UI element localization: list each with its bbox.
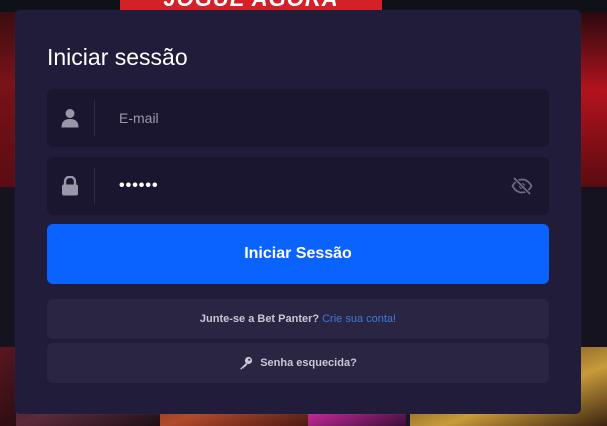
background-right-panel [581,12,607,187]
eye-slash-icon[interactable] [511,176,533,196]
login-title: Iniciar sessão [47,44,188,70]
email-field[interactable] [47,89,549,147]
background-left-panel [0,12,16,187]
game-tile [0,347,16,426]
lock-icon [62,176,78,196]
join-text: Junte-se a Bet Panter? [199,313,320,325]
join-box: Junte-se a Bet Panter? Crie sua conta! [47,299,549,339]
background-left-dark [0,187,16,347]
field-divider [94,168,95,204]
background-banner: JOGUE AGORA [120,0,382,10]
forgot-password-button[interactable]: Senha esquecida? [47,343,549,383]
forgot-password-label: Senha esquecida? [260,357,357,369]
field-divider [94,100,95,136]
login-button[interactable]: Iniciar Sessão [47,224,549,284]
key-icon [240,356,253,370]
background-right-dark [581,187,607,347]
password-field[interactable] [47,157,549,215]
login-modal: Iniciar sessão Iniciar Sessão Junte-se a… [15,10,581,414]
create-account-link[interactable]: Crie sua conta! [322,313,396,325]
user-icon [61,109,79,128]
password-input[interactable] [119,157,499,215]
background-banner-text: JOGUE AGORA [120,0,382,10]
email-input[interactable] [119,89,499,147]
